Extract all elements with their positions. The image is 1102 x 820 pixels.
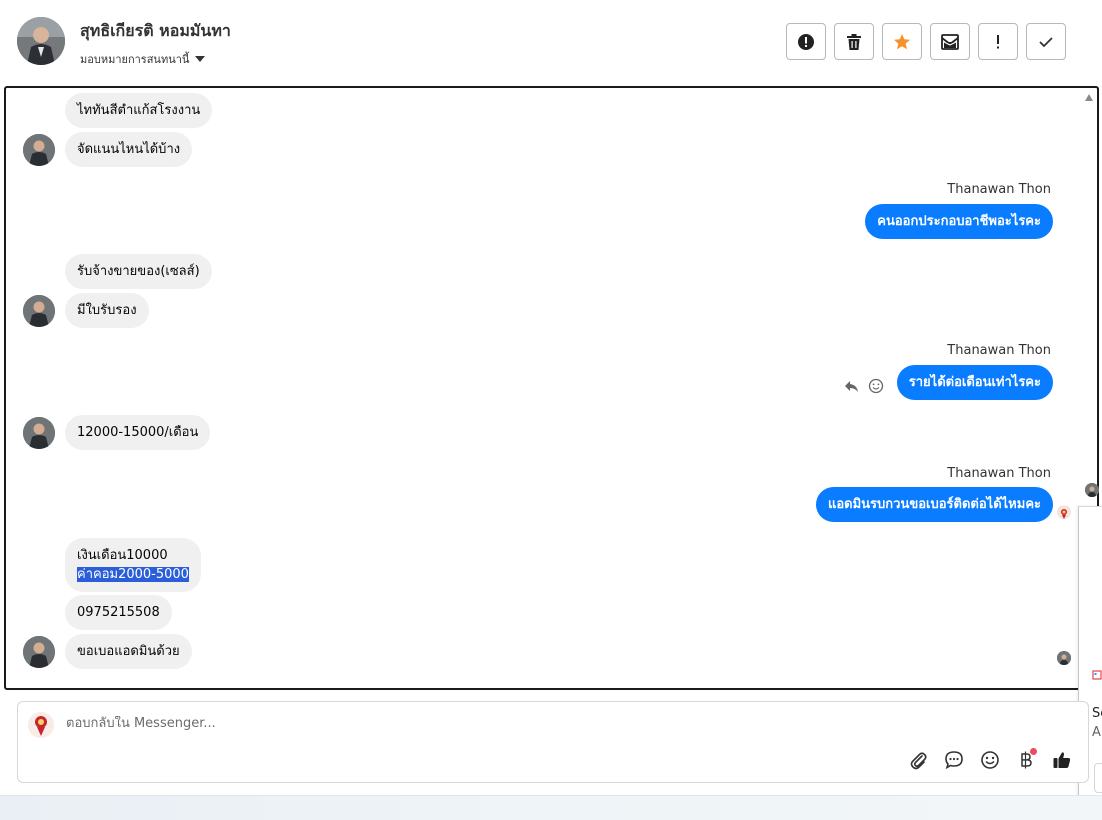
- page-avatar: [28, 712, 54, 738]
- check-icon: [1039, 36, 1053, 47]
- side-panel-text: Se: [1092, 706, 1102, 721]
- contact-name: สุทธิเกียรติ หอมมันทา: [80, 21, 231, 40]
- incoming-message[interactable]: มีใบรับรอง: [65, 293, 149, 328]
- payment-button[interactable]: [1014, 748, 1038, 772]
- chat-bubble-icon: [945, 751, 963, 770]
- emoji-button[interactable]: [978, 748, 1002, 772]
- conversation-header: สุทธิเกียรติ หอมมันทา มอบหมายการสนทนานี้: [0, 0, 1102, 86]
- contact-avatar-small: [23, 417, 55, 449]
- incoming-message[interactable]: ขอเบอแอดมินด้วย: [65, 634, 192, 669]
- side-avatar[interactable]: [1085, 483, 1099, 497]
- trash-icon: [847, 33, 861, 50]
- sender-name: Thanawan Thon: [947, 343, 1051, 358]
- paperclip-icon: [910, 752, 927, 770]
- scroll-up-arrow-icon[interactable]: [1085, 94, 1093, 101]
- incoming-message-multiline[interactable]: เงินเดือน10000 ค่าคอม2000-5000: [65, 538, 201, 592]
- thumbs-up-icon: [1053, 752, 1071, 768]
- caret-down-icon: [195, 56, 206, 62]
- outgoing-message[interactable]: คนออกประกอบอาชีพอะไรคะ: [865, 204, 1053, 239]
- react-smiley-icon[interactable]: [868, 378, 884, 394]
- inbox-app: สุทธิเกียรติ หอมมันทา มอบหมายการสนทนานี้: [0, 0, 1102, 820]
- smiley-icon: [981, 751, 999, 769]
- side-panel-button[interactable]: [1094, 763, 1102, 793]
- contact-avatar-small: [23, 134, 55, 166]
- mark-unread-button[interactable]: [930, 23, 970, 60]
- contact-avatar[interactable]: [17, 17, 65, 65]
- spam-button[interactable]: [786, 23, 826, 60]
- incoming-message[interactable]: จัดแนนไหนได้บ้าง: [65, 132, 193, 167]
- assign-label: มอบหมายการสนทนานี้: [80, 53, 190, 66]
- star-button[interactable]: [882, 23, 922, 60]
- outgoing-message[interactable]: รายได้ต่อเดือนเท่าไรคะ: [896, 365, 1053, 400]
- star-icon: [894, 33, 910, 49]
- seen-receipt-avatar: [1057, 651, 1071, 665]
- incoming-message[interactable]: รับจ้างขายของ(เซลส์): [65, 254, 212, 289]
- outgoing-message[interactable]: แอดมินรบกวนขอเบอร์ติดต่อได้ไหมคะ: [815, 487, 1053, 522]
- reply-icon[interactable]: [844, 379, 860, 393]
- mark-unread-icon: [941, 33, 959, 50]
- composer-actions: [906, 748, 1074, 772]
- page-footer-strip: [0, 795, 1102, 820]
- calendar-icon: [1092, 670, 1102, 680]
- contact-avatar-small: [23, 295, 55, 327]
- sender-name: Thanawan Thon: [947, 182, 1051, 197]
- reply-composer: [17, 701, 1089, 783]
- seen-receipt-avatar: [1057, 505, 1071, 519]
- conversation-toolbar: [786, 23, 1066, 60]
- incoming-message[interactable]: 0975215508: [65, 595, 172, 630]
- delete-button[interactable]: [834, 23, 874, 60]
- contact-avatar-small: [23, 636, 55, 668]
- like-button[interactable]: [1050, 748, 1074, 772]
- message-thread[interactable]: ไททันสีตำแก้สโรงงาน จัดแนนไหนได้บ้าง Tha…: [4, 86, 1099, 690]
- notification-dot: [1030, 748, 1037, 755]
- assign-conversation-dropdown[interactable]: มอบหมายการสนทนานี้: [80, 50, 206, 68]
- important-button[interactable]: [978, 23, 1018, 60]
- reply-input[interactable]: [66, 716, 766, 731]
- side-panel-subtext: A: [1092, 725, 1101, 740]
- alert-circle-icon: [798, 33, 814, 50]
- message-line: เงินเดือน10000: [77, 548, 168, 563]
- saved-replies-button[interactable]: [942, 748, 966, 772]
- attach-button[interactable]: [906, 748, 930, 772]
- done-button[interactable]: [1026, 23, 1066, 60]
- exclamation-icon: [997, 34, 999, 48]
- incoming-message[interactable]: 12000-15000/เดือน: [65, 415, 211, 450]
- sender-name: Thanawan Thon: [947, 466, 1051, 481]
- highlighted-text: ค่าคอม2000-5000: [77, 567, 189, 582]
- incoming-message[interactable]: ไททันสีตำแก้สโรงงาน: [65, 93, 213, 128]
